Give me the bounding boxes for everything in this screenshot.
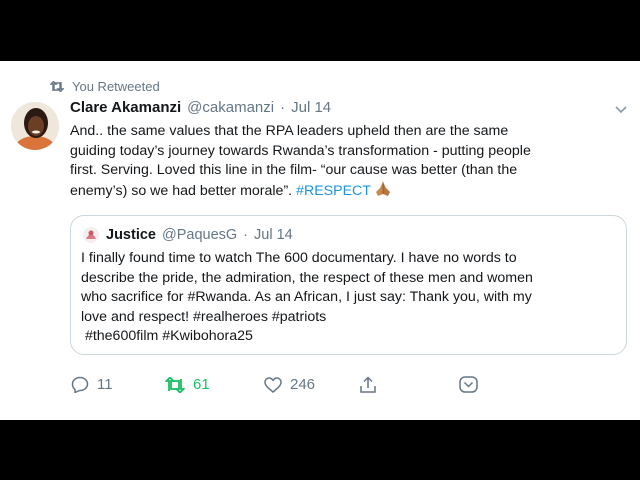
tweet-text-line: guiding today’s journey towards Rwanda’s… [70, 142, 531, 159]
tweet-text-line: And.. the same values that the RPA leade… [70, 123, 509, 139]
tweet-text-line-last: enemy’s) so we had better morale”. #RESP… [70, 181, 630, 202]
share-button[interactable] [359, 376, 377, 394]
quoted-text-line: love and respect! #realheroes #patriots [81, 308, 327, 325]
hashtag-link[interactable]: #RESPECT [296, 183, 371, 199]
tweet-text-line-4: enemy’s) so we had better morale”. [70, 182, 293, 199]
share-icon [360, 376, 376, 393]
quoted-tweet[interactable]: Justice @PaquesG · Jul 14 I finally foun… [70, 215, 627, 355]
separator-dot: · [280, 99, 286, 116]
quoted-author-handle[interactable]: @PaquesG [162, 227, 237, 243]
like-count: 246 [290, 376, 316, 393]
chevron-box-icon [459, 376, 478, 393]
author-handle[interactable]: @cakamanzi [187, 99, 274, 116]
reply-count: 11 [97, 376, 113, 393]
tweet-date[interactable]: Jul 14 [291, 99, 331, 116]
tweet-header: Clare Akamanzi @cakamanzi · Jul 14 [70, 99, 620, 116]
retweet-button[interactable]: 61 [165, 376, 210, 393]
quoted-text-line: #the600film #Kwibohora25 [81, 328, 253, 344]
quoted-tweet-text: I finally found time to watch The 600 do… [81, 249, 621, 347]
retweet-icon [165, 376, 185, 393]
quoted-separator-dot: · [243, 227, 249, 243]
more-options-button[interactable] [459, 376, 478, 393]
retweet-banner: You Retweeted [50, 79, 160, 94]
quoted-tweet-date[interactable]: Jul 14 [254, 227, 293, 243]
quoted-text-line: describe the pride, the admiration, the … [81, 269, 533, 286]
quoted-text-line: I finally found time to watch The 600 do… [81, 250, 517, 266]
chevron-down-icon[interactable] [614, 105, 628, 115]
reply-icon [71, 376, 89, 393]
avatar[interactable] [11, 102, 59, 150]
folded-hands-icon [375, 181, 390, 196]
quoted-avatar[interactable] [82, 226, 100, 244]
like-button[interactable]: 246 [264, 376, 315, 393]
reply-button[interactable]: 11 [71, 376, 113, 393]
author-name[interactable]: Clare Akamanzi [70, 99, 181, 116]
tweet-card[interactable]: You Retweeted Clare Akamanzi @cakamanzi … [0, 61, 640, 420]
retweet-banner-label: You Retweeted [72, 79, 160, 94]
quoted-author-name[interactable]: Justice [106, 227, 156, 243]
heart-icon [264, 376, 282, 393]
tweet-text: And.. the same values that the RPA leade… [70, 122, 630, 201]
quoted-tweet-header: Justice @PaquesG · Jul 14 [82, 226, 293, 244]
action-bar: 11 61 246 [0, 376, 640, 400]
quoted-text-line: who sacrifice for #Rwanda. As an African… [81, 289, 532, 305]
tweet-text-line: first. Serving. Loved this line in the f… [70, 162, 518, 178]
retweet-icon [50, 81, 64, 92]
retweet-count: 61 [193, 376, 210, 393]
